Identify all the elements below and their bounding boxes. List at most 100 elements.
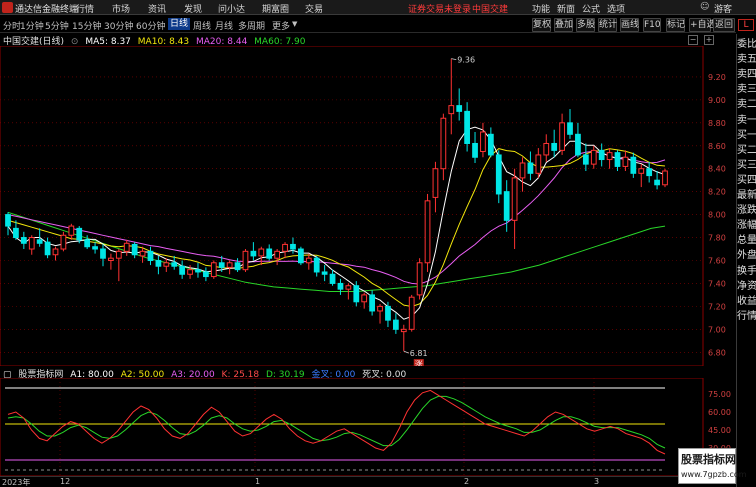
tab-more[interactable]: 更多	[272, 19, 290, 32]
side-panel-item[interactable]: 买三	[737, 159, 756, 172]
tab-1min[interactable]: 1分钟	[20, 19, 44, 32]
candle-body-up	[258, 248, 265, 257]
candle-body-down	[20, 237, 27, 244]
candle-body-up	[416, 262, 423, 296]
candle-body-down	[614, 152, 621, 167]
side-panel-item[interactable]: 买二	[737, 144, 756, 157]
back-button[interactable]: 返回	[713, 18, 735, 32]
add-favorite-button[interactable]: +自选	[689, 18, 716, 32]
candle-body-down	[13, 227, 19, 239]
tab-fenshi[interactable]: 分时	[3, 19, 21, 32]
menu-item-gongneng[interactable]: 功能	[532, 2, 550, 15]
side-panel-item[interactable]: 收益	[737, 295, 756, 308]
candle-body-up	[115, 250, 122, 259]
candle-body-down	[654, 179, 660, 186]
side-panel-item[interactable]: 卖二	[737, 98, 756, 111]
ma60-polyline	[7, 211, 666, 292]
candle-body-up	[108, 257, 114, 261]
side-panel-item[interactable]: 卖五	[737, 53, 756, 66]
stats-button[interactable]: 统计	[598, 18, 617, 32]
draw-line-button[interactable]: 画线	[620, 18, 639, 32]
side-panel-item[interactable]: 换手	[737, 265, 756, 278]
tab-weekly[interactable]: 周线	[193, 19, 211, 32]
tab-multi-period[interactable]: 多周期	[238, 19, 265, 32]
candle-body-up	[305, 257, 312, 264]
candle-body-down	[598, 149, 605, 161]
date-label-feb: 2	[464, 477, 470, 486]
more-chevron-icon[interactable]: ▼	[292, 20, 297, 28]
candle-body-down	[155, 259, 162, 267]
tab-60min[interactable]: 60分钟	[136, 19, 165, 32]
side-panel-item[interactable]: 最新	[737, 189, 756, 202]
kd-indicator-chart[interactable]: 75.0060.0045.0030.00	[0, 378, 736, 476]
menu-item-xuanxiang[interactable]: 选项	[607, 2, 625, 15]
side-panel-item[interactable]: 外盘	[737, 249, 756, 262]
side-panel-item[interactable]: 买一	[737, 129, 756, 142]
tab-15min[interactable]: 15分钟	[72, 19, 101, 32]
candle-body-up	[638, 168, 645, 174]
side-panel-item[interactable]: 行情	[737, 310, 756, 323]
side-panel-item[interactable]: 涨跌	[737, 204, 756, 217]
chart-expand-icon[interactable]: +	[704, 35, 714, 45]
f10-button[interactable]: F10	[643, 18, 661, 32]
side-panel-item[interactable]: 涨幅	[737, 219, 756, 232]
app-title: 通达信金融终端	[15, 5, 79, 15]
user-icon[interactable]: ☺	[700, 2, 709, 12]
candle-body-up	[559, 122, 565, 151]
candle-body-down	[337, 282, 344, 290]
candle-body-up	[606, 152, 613, 161]
menu-item-wenxiaoda[interactable]: 问小达	[218, 2, 245, 15]
candle-body-down	[250, 250, 257, 257]
chart-collapse-icon[interactable]: −	[688, 35, 698, 45]
menu-item-qifuquan[interactable]: 期富圈	[262, 2, 289, 15]
price-tick-label: 7.60	[708, 256, 726, 265]
menu-item-hangqing[interactable]: 行情	[76, 2, 94, 15]
side-panel-item[interactable]: 总量	[737, 234, 756, 247]
candlestick-chart[interactable]: 9.20 9.00 8.80 8.60 8.40 8.20 8.00 7.80 7.60 7.40…	[0, 46, 736, 366]
side-panel-item[interactable]: 买四	[737, 174, 756, 187]
candle-body-up	[139, 250, 146, 257]
menu-item-zixun[interactable]: 资讯	[148, 2, 166, 15]
candle-body-up	[432, 168, 439, 198]
chart-border	[0, 46, 704, 366]
multi-stock-button[interactable]: 多股	[576, 18, 595, 32]
indicator-axis: 75.0060.0045.0030.00	[708, 390, 731, 453]
candle-body-down	[495, 154, 502, 195]
menu-item-jiaoyi[interactable]: 交易	[305, 2, 323, 15]
menu-item-xinmian[interactable]: 新面	[557, 2, 575, 15]
price-tick-label: 8.00	[708, 211, 726, 220]
candle-body-down	[464, 110, 470, 144]
tab-monthly[interactable]: 月线	[215, 19, 233, 32]
quote-side-panel: 委比卖五卖四卖三卖二卖一买一买二买三买四最新涨跌涨幅总量外盘换手净资收益行情	[736, 34, 756, 487]
side-panel-item[interactable]: 净资	[737, 280, 756, 293]
candle-body-up	[408, 296, 415, 330]
tab-daily[interactable]: 日线	[168, 18, 191, 30]
date-axis: 2023年 12 1 2 3	[0, 476, 736, 487]
trade-login-alert[interactable]: 证券交易未登录	[408, 2, 471, 15]
tab-5min[interactable]: 5分钟	[45, 19, 69, 32]
menu-item-gongshi[interactable]: 公式	[582, 2, 600, 15]
menu-item-shichang[interactable]: 市场	[112, 2, 130, 15]
watermark-url: www.7gpzb.com	[681, 470, 747, 479]
candle-body-down	[84, 239, 91, 248]
side-panel-item[interactable]: 卖三	[737, 83, 756, 96]
candle-body-up	[480, 131, 486, 153]
user-guest[interactable]: 游客	[714, 2, 732, 15]
mark-button[interactable]: 标记	[666, 18, 685, 32]
candle-body-up	[163, 262, 170, 267]
side-panel-item[interactable]: 委比	[737, 38, 756, 51]
app-logo-icon	[2, 2, 13, 13]
side-panel-item[interactable]: 卖四	[737, 68, 756, 81]
panel-toggle-icon[interactable]: L	[738, 19, 754, 31]
candle-body-down	[503, 191, 510, 221]
price-tick-label: 7.40	[708, 279, 726, 288]
overlay-button[interactable]: 叠加	[554, 18, 573, 32]
stock-name-header: 中国交建	[472, 5, 509, 15]
fuquan-button[interactable]: 复权	[532, 18, 551, 32]
ma5-polyline	[7, 126, 666, 320]
menu-item-faxian[interactable]: 发现	[184, 2, 202, 15]
side-panel-item[interactable]: 卖一	[737, 114, 756, 127]
tab-30min[interactable]: 30分钟	[104, 19, 133, 32]
ma10-polyline	[7, 148, 666, 308]
candle-body-down	[36, 239, 43, 244]
